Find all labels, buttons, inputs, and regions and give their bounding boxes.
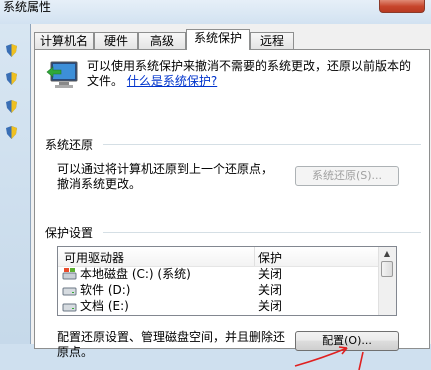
shield-icon [6, 100, 17, 113]
dialog-client-area: 计算机名 硬件 高级 系统保护 远程 可以使用系统保护来撤消不需要的系统更改，还… [30, 24, 431, 370]
column-header-protection[interactable]: 保护 [258, 249, 282, 266]
drive-name: 本地磁盘 (C:) (系统) [80, 267, 191, 281]
column-separator [254, 247, 255, 266]
tab-advanced[interactable]: 高级 [138, 32, 186, 49]
group-divider [103, 232, 421, 233]
close-button[interactable] [379, 0, 425, 13]
tab-strip: 计算机名 硬件 高级 系统保护 远程 [31, 29, 431, 50]
protection-state: 关闭 [258, 267, 283, 281]
configure-description: 配置还原设置、管理磁盘空间，并且删除还 原点。 [57, 330, 297, 360]
shield-icon [6, 126, 17, 139]
drive-name: 文档 (E:) [80, 299, 129, 313]
column-header-drive[interactable]: 可用驱动器 [64, 249, 124, 266]
system-restore-desc-line2: 撤消系统更改。 [57, 177, 142, 191]
annotation-arrow-icon [294, 346, 364, 370]
drive-icon [62, 303, 77, 312]
title-bar: 系统属性 [0, 0, 431, 24]
system-restore-description: 可以通过将计算机还原到上一个还原点， 撤消系统更改。 [57, 162, 273, 192]
table-row[interactable]: 本地磁盘 (C:) (系统) 关闭 [58, 266, 380, 282]
protection-settings-group-title: 保护设置 [45, 226, 94, 240]
tab-hardware[interactable]: 硬件 [94, 32, 138, 49]
system-restore-button[interactable]: 系统还原(S)... [295, 166, 399, 186]
group-divider [103, 144, 421, 145]
system-protection-icon [46, 61, 78, 88]
shield-icon [6, 44, 17, 57]
shield-icon [6, 72, 17, 85]
protection-state: 关闭 [258, 283, 283, 297]
tab-remote[interactable]: 远程 [250, 32, 294, 49]
window-title: 系统属性 [3, 0, 52, 14]
system-drive-icon [62, 268, 77, 280]
intro-text: 可以使用系统保护来撤消不需要的系统更改，还原以前版本的文件。 什么是系统保护? [87, 59, 417, 89]
tab-computer-name[interactable]: 计算机名 [34, 32, 94, 49]
protection-drive-list[interactable]: 可用驱动器 保护 本地磁盘 (C:) (系统) 关闭 软件 (D:) 关闭 文档… [57, 246, 397, 316]
system-protection-panel: 可以使用系统保护来撤消不需要的系统更改，还原以前版本的文件。 什么是系统保护? … [34, 49, 430, 370]
system-restore-desc-line1: 可以通过将计算机还原到上一个还原点， [57, 162, 274, 176]
list-header: 可用驱动器 保护 [58, 247, 380, 267]
configure-desc-line2: 原点。 [57, 345, 94, 359]
tab-system-protection[interactable]: 系统保护 [186, 29, 250, 50]
system-restore-group-title: 系统还原 [45, 138, 94, 152]
configure-desc-line1: 配置还原设置、管理磁盘空间，并且删除还 [57, 330, 286, 344]
drive-icon [62, 287, 77, 296]
table-row[interactable]: 文档 (E:) 关闭 [58, 298, 380, 314]
scroll-up-arrow-icon[interactable]: ▲ [382, 249, 392, 259]
vertical-scrollbar[interactable]: ▲ [378, 247, 396, 315]
what-is-system-protection-link[interactable]: 什么是系统保护? [127, 74, 217, 88]
protection-state: 关闭 [258, 299, 283, 313]
table-row[interactable]: 软件 (D:) 关闭 [58, 282, 380, 298]
scrollbar-thumb[interactable] [381, 261, 393, 277]
drive-name: 软件 (D:) [80, 283, 131, 297]
desktop-background [0, 0, 30, 344]
